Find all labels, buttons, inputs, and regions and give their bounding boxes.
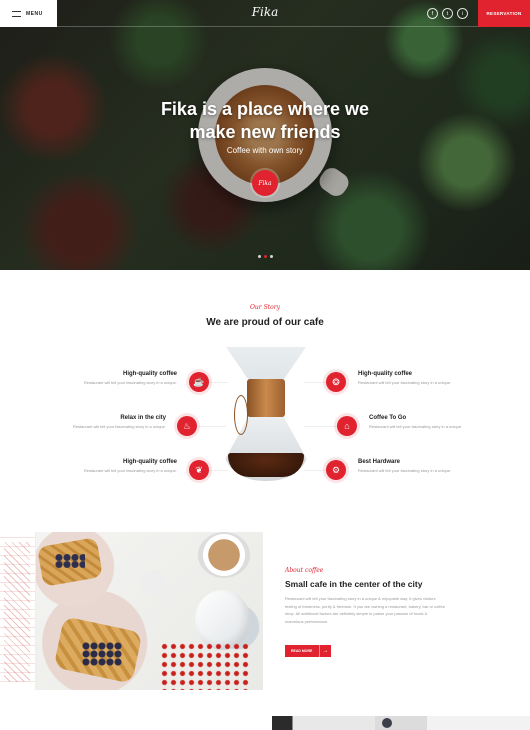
takeaway-cup-icon: ⌂ — [337, 416, 357, 436]
hero-badge: Fika — [252, 170, 278, 196]
about-text: Restaurant will tell your fascinating st… — [285, 596, 445, 624]
story-title: We are proud of our cafe — [206, 317, 324, 328]
feature-text: Restaurant will tell your fascinating st… — [369, 424, 463, 429]
feature-right-2: Coffee To Go Restaurant will tell your f… — [369, 415, 489, 430]
feature-title: High-quality coffee — [358, 371, 413, 377]
read-more-button[interactable]: READ MORE → — [285, 645, 331, 657]
twitter-icon[interactable]: t — [442, 8, 453, 19]
feature-text: Restaurant will tell your fascinating st… — [83, 468, 177, 473]
read-more-label: READ MORE — [291, 649, 313, 653]
hero-subtitle: Coffee with own story — [226, 146, 304, 155]
slider-dot[interactable] — [258, 255, 261, 258]
chemex-image — [222, 345, 310, 485]
coffee-beans-icon: ❦ — [189, 460, 209, 480]
hero-title: Fika is a place where we make new friend… — [0, 98, 530, 144]
arrow-right-icon: → — [319, 645, 331, 657]
instagram-icon[interactable]: i — [457, 8, 468, 19]
feature-left-1: High-quality coffee Restaurant will tell… — [57, 371, 177, 386]
feature-left-2: Relax in the city Restaurant will tell y… — [46, 415, 166, 430]
feature-right-1: High-quality coffee Restaurant will tell… — [358, 371, 478, 386]
feature-left-3: High-quality coffee Restaurant will tell… — [57, 459, 177, 474]
slider-dot-active[interactable] — [264, 255, 267, 258]
slider-dot[interactable] — [270, 255, 273, 258]
next-section-image — [272, 716, 530, 730]
feature-text: Restaurant will tell your fascinating st… — [358, 380, 452, 385]
feature-right-3: Best Hardware Restaurant will tell your … — [358, 459, 478, 474]
about-kicker: About coffee — [285, 567, 324, 574]
facebook-icon[interactable]: f — [427, 8, 438, 19]
feature-title: Best Hardware — [358, 459, 401, 465]
social-links: f t i — [427, 8, 468, 19]
feature-text: Restaurant will tell your fascinating st… — [72, 424, 166, 429]
feature-title: High-quality coffee — [122, 459, 177, 465]
top-bar: MENU Fika f t i RESERVATION — [0, 0, 530, 27]
feature-text: Restaurant will tell your fascinating st… — [83, 380, 177, 385]
coffee-machine-icon: ⚙ — [326, 460, 346, 480]
feature-text: Restaurant will tell your fascinating st… — [358, 468, 452, 473]
about-image — [0, 532, 263, 690]
coffee-cup-icon: ☕ — [189, 372, 209, 392]
about-title: Small cafe in the center of the city — [285, 579, 423, 589]
slider-dots — [258, 255, 273, 258]
story-kicker: Our Story — [250, 304, 280, 311]
page: MENU Fika f t i RESERVATION Fika is a pl… — [0, 0, 530, 730]
hero-title-line-1: Fika is a place where we — [160, 99, 370, 119]
reservation-button[interactable]: RESERVATION — [478, 0, 530, 27]
hero-section: MENU Fika f t i RESERVATION Fika is a pl… — [0, 0, 530, 270]
hero-title-line-2: make new friends — [189, 122, 341, 142]
feature-title: High-quality coffee — [122, 371, 177, 377]
tea-cup-icon: ♨ — [177, 416, 197, 436]
coffee-bean-icon: ❂ — [326, 372, 346, 392]
feature-title: Relax in the city — [120, 415, 166, 421]
feature-title: Coffee To Go — [369, 415, 407, 421]
